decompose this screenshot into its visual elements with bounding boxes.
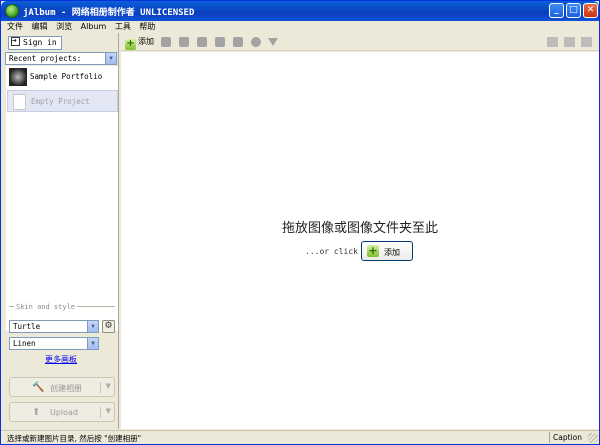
add-button-label: 添加 [384,248,400,257]
recent-projects-dropdown[interactable]: Recent projects: ▼ [5,52,117,65]
skin-settings-button[interactable]: ⚙ [102,320,115,333]
project-name: Empty Project [31,97,90,106]
project-list: Sample Portfolio Empty Project [6,66,118,331]
main-toolbar: + 添加 [121,33,599,51]
folder-icon[interactable] [161,37,171,47]
chevron-down-icon[interactable]: ▼ [87,338,98,349]
chevron-down-icon[interactable]: ▼ [106,382,111,390]
sign-in-icon [11,35,20,47]
jalbum-logo-icon [5,4,19,18]
recent-projects-label: Recent projects: [9,54,82,63]
menu-bar: 文件 编辑 浏览 Album 工具 帮助 [1,21,599,32]
sign-in-label: Sign in [23,38,57,47]
or-click-label: ...or click [305,247,358,256]
upload-label: Upload [50,408,79,417]
maximize-button[interactable]: □ [566,3,581,18]
gear-icon: ⚙ [104,321,113,331]
toolbar-add-button[interactable]: + 添加 [125,36,154,50]
chevron-down-icon[interactable]: ▼ [105,53,116,64]
make-album-button[interactable]: 🔨 创建相册 ▼ [9,377,115,397]
left-panel: Sign in Recent projects: ▼ Sample Portfo… [3,33,119,429]
project-item-empty-project[interactable]: Empty Project [7,90,118,112]
menu-file[interactable]: 文件 [7,21,23,32]
add-icon: + [367,244,379,257]
arrow-right-icon[interactable] [233,37,243,47]
edit-icon[interactable] [564,37,575,47]
style-value: Linen [13,339,36,348]
app-window: jAlbum - 网络相册制作者 UNLICENSED _ □ ✕ 文件 编辑 … [0,0,600,445]
minimize-button[interactable]: _ [549,3,564,18]
chevron-down-icon[interactable]: ▼ [106,407,111,415]
upload-arrow-icon: ⬆ [32,407,41,418]
preview-icon[interactable] [581,37,592,47]
window-title: jAlbum - 网络相册制作者 UNLICENSED [23,8,195,18]
add-icon: + [125,38,136,50]
menu-help[interactable]: 帮助 [139,21,155,32]
add-button[interactable]: + 添加 [361,241,413,261]
portfolio-thumbnail [9,68,27,86]
skin-value: Turtle [13,322,41,331]
make-album-label: 创建相册 [50,384,82,393]
resize-grip-icon[interactable] [588,433,598,443]
menu-album[interactable]: Album [81,21,107,32]
caption-toggle[interactable]: Caption [549,432,585,443]
style-select[interactable]: Linen ▼ [9,337,99,350]
filter-icon[interactable] [268,38,278,46]
move-icon[interactable] [197,37,207,47]
status-message: 选择或新建图片目录, 然后按 "创建相册" [7,434,142,443]
toolbar-add-label: 添加 [138,37,154,46]
menu-edit[interactable]: 编辑 [32,21,48,32]
project-item-sample-portfolio[interactable]: Sample Portfolio [7,66,118,88]
circle-icon[interactable] [251,37,261,47]
sign-in-button[interactable]: Sign in [8,35,62,50]
grid-view-icon[interactable] [547,37,558,47]
menu-tools[interactable]: 工具 [115,21,131,32]
arrow-left-icon[interactable] [215,37,225,47]
hammer-icon: 🔨 [32,382,45,393]
status-bar: 选择或新建图片目录, 然后按 "创建相册" Caption [1,430,599,444]
drop-area[interactable]: 拖放图像或图像文件夹至此 ...or click + 添加 [121,52,599,429]
close-button[interactable]: ✕ [583,3,598,18]
more-skins-link[interactable]: 更多画板 [45,354,77,365]
drop-hint: 拖放图像或图像文件夹至此 [281,221,438,236]
camera-icon[interactable] [179,37,189,47]
title-bar: jAlbum - 网络相册制作者 UNLICENSED _ □ ✕ [1,1,599,21]
project-name: Sample Portfolio [30,72,103,81]
skin-style-section-label: Skin and style [9,303,116,311]
menu-browse[interactable]: 浏览 [56,21,72,32]
blank-document-icon [13,94,26,110]
chevron-down-icon[interactable]: ▼ [87,321,98,332]
upload-button[interactable]: ⬆ Upload ▼ [9,402,115,422]
skin-select[interactable]: Turtle ▼ [9,320,99,333]
